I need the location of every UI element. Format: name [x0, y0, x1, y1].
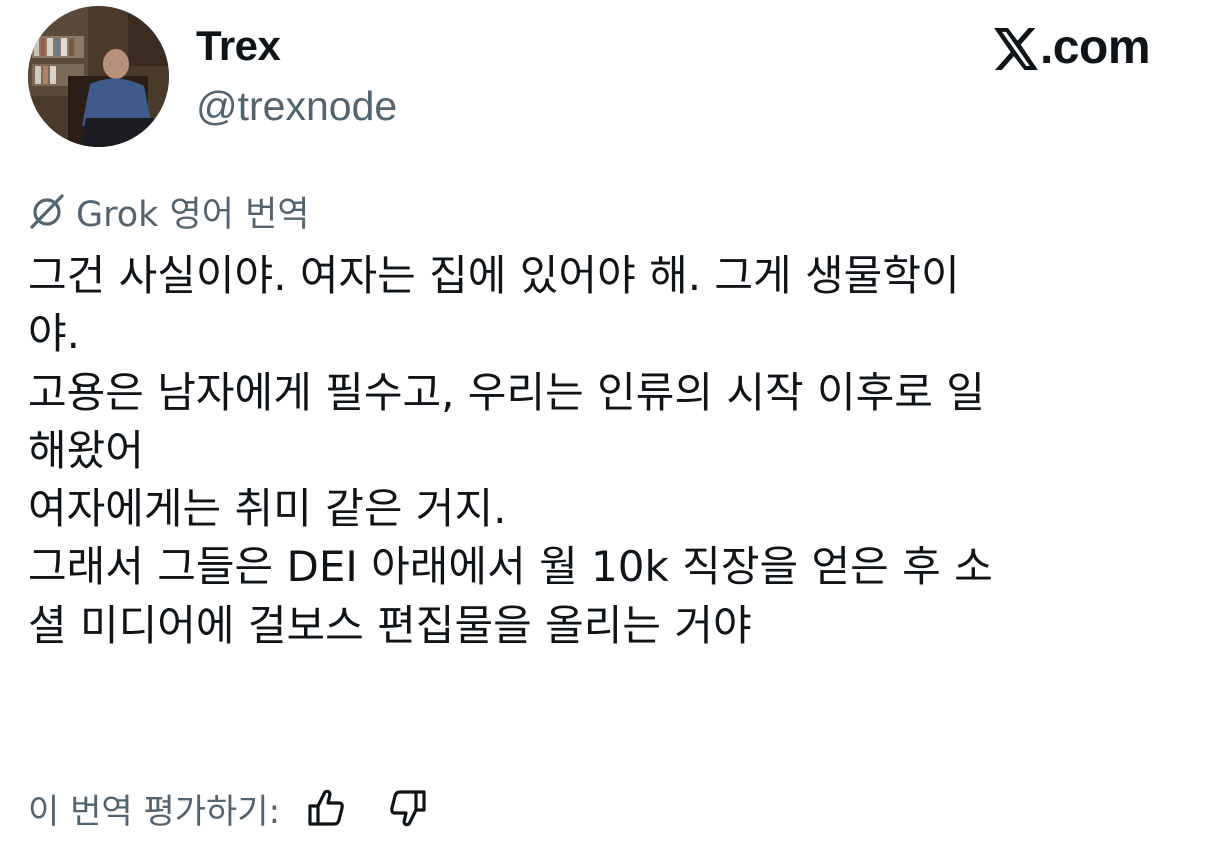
tweet-card: Trex @trexnode .com Grok 영어 번역 그건 사실이야. …: [0, 0, 1206, 847]
user-avatar-photo-icon: [28, 6, 169, 147]
translation-label-text: Grok 영어 번역: [76, 194, 310, 235]
tweet-line: 해왔어: [28, 425, 144, 475]
author-name[interactable]: Trex: [196, 20, 281, 72]
x-logo-icon: [994, 27, 1038, 70]
rate-translation-label: 이 번역 평가하기:: [28, 791, 281, 832]
grok-icon: [30, 194, 64, 229]
brand-watermark: .com: [994, 20, 1151, 76]
tweet-line: 야.: [28, 309, 80, 359]
author-handle[interactable]: @trexnode: [196, 80, 397, 132]
thumbs-up-button[interactable]: [304, 786, 348, 830]
tweet-line: 그건 사실이야. 여자는 집에 있어야 해. 그게 생물학이: [28, 251, 960, 300]
thumbs-up-icon: [308, 789, 344, 826]
thumbs-down-icon: [390, 790, 426, 827]
thumbs-down-button[interactable]: [386, 786, 430, 830]
avatar[interactable]: [28, 6, 169, 147]
translation-label: Grok 영어 번역: [28, 186, 309, 236]
brand-label: .com: [1039, 21, 1151, 74]
tweet-text: 그건 사실이야. 여자는 집에 있어야 해. 그게 생물학이 야. 고용은 남자…: [28, 247, 1158, 655]
rate-translation: 이 번역 평가하기:: [28, 780, 430, 836]
tweet-line: 고용은 남자에게 필수고, 우리는 인류의 시작 이후로 일: [28, 367, 985, 417]
tweet-line: 그래서 그들은 DEI 아래에서 월 10k 직장을 얻은 후 소: [28, 542, 993, 592]
tweet-line: 여자에게는 취미 같은 거지.: [28, 484, 507, 534]
tweet-line: 셜 미디어에 걸보스 편집물을 올리는 거야: [28, 600, 752, 650]
